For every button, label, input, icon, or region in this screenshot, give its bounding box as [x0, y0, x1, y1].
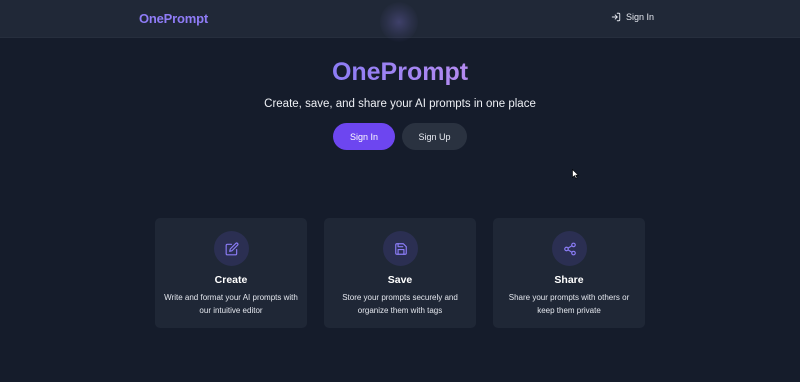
- edit-icon: [225, 242, 238, 255]
- hero-subtitle: Create, save, and share your AI prompts …: [264, 98, 536, 110]
- feature-icon-circle: [214, 231, 249, 266]
- logo[interactable]: OnePrompt: [139, 11, 208, 26]
- nav-sign-in-label: Sign In: [625, 12, 654, 22]
- landing-page: OnePrompt Sign In OnePrompt Create, save…: [0, 0, 800, 382]
- feature-title: Share: [554, 274, 584, 286]
- save-icon: [394, 242, 407, 255]
- log-in-icon: [611, 12, 621, 22]
- feature-card-share: Share Share your prompts with others or …: [493, 218, 645, 328]
- feature-description: Share your prompts with others or keep t…: [508, 293, 630, 315]
- hero-title: OnePrompt: [0, 58, 800, 87]
- feature-card-create: Create Write and format your AI prompts …: [155, 218, 307, 328]
- feature-title: Create: [214, 274, 248, 286]
- mouse-cursor-icon: [572, 169, 579, 179]
- feature-card-save: Save Store your prompts securely and org…: [324, 218, 476, 328]
- sign-up-button[interactable]: Sign Up: [402, 123, 467, 150]
- hero-title-text: OnePrompt: [331, 58, 469, 86]
- sign-in-button[interactable]: Sign In: [333, 123, 395, 150]
- feature-icon-circle: [552, 231, 587, 266]
- share-icon: [563, 242, 576, 255]
- feature-title: Save: [387, 274, 413, 286]
- feature-description: Write and format your AI prompts with ou…: [164, 293, 298, 315]
- decorative-glow: [380, 2, 418, 42]
- feature-icon-circle: [383, 231, 418, 266]
- feature-description: Store your prompts securely and organize…: [342, 293, 458, 315]
- nav-sign-in-button[interactable]: Sign In: [611, 12, 654, 22]
